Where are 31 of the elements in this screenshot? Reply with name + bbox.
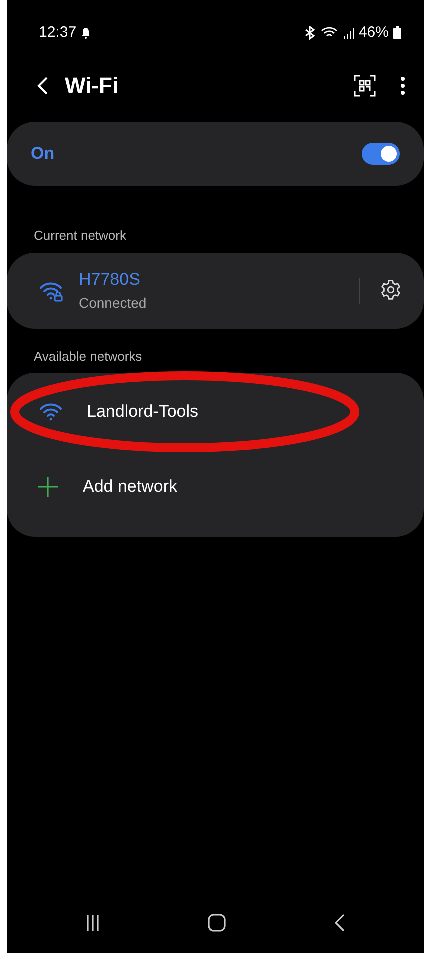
qr-scan-button[interactable] xyxy=(354,74,376,98)
network-row[interactable]: Landlord-Tools xyxy=(7,381,424,443)
network-status: Connected xyxy=(79,294,147,313)
battery-icon xyxy=(393,26,402,40)
bell-icon xyxy=(80,27,91,39)
settings-icon xyxy=(380,279,402,302)
cell-signal-icon xyxy=(342,27,355,39)
home-button[interactable] xyxy=(208,911,226,935)
settings-button[interactable] xyxy=(380,278,402,302)
plus-icon xyxy=(37,476,59,498)
battery-percent: 46% xyxy=(358,22,389,43)
add-network-label: Add network xyxy=(83,476,178,498)
back-icon xyxy=(37,76,49,96)
more-icon xyxy=(400,76,406,96)
recents-icon xyxy=(84,914,101,932)
toggle-switch[interactable] xyxy=(362,143,400,165)
more-options-button[interactable] xyxy=(400,74,406,98)
qr-code-icon xyxy=(354,74,376,97)
status-time: 12:37 xyxy=(39,22,77,43)
network-name: H7780S xyxy=(79,269,142,292)
switch-label: On xyxy=(31,143,55,166)
network-name: Landlord-Tools xyxy=(87,401,199,424)
network-row[interactable]: H7780S Connected xyxy=(7,252,424,328)
wifi-switch-bar[interactable]: On xyxy=(7,122,424,186)
page-title: Wi-Fi xyxy=(65,72,119,100)
section-heading: Current network xyxy=(33,227,128,245)
add-network-row[interactable]: Add network xyxy=(7,451,424,523)
section-heading: Available networks xyxy=(33,348,144,366)
back-icon xyxy=(334,912,346,933)
bluetooth-icon xyxy=(302,26,317,40)
home-icon xyxy=(208,912,226,933)
